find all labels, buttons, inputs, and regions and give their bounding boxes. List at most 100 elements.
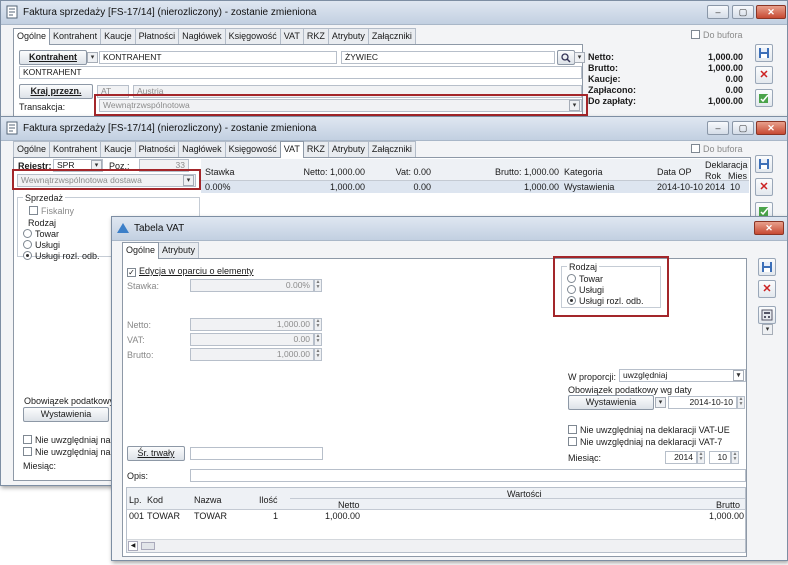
kontrahent-field[interactable]: KONTRAHENT <box>99 51 337 64</box>
stawka-spinner[interactable]: ▲ ▼ <box>314 279 322 292</box>
header-mies[interactable]: Mies <box>728 171 747 181</box>
header-brutto[interactable]: Brutto: 1,000.00 <box>461 167 559 177</box>
tab-naglowek[interactable]: Nagłówek <box>178 141 226 157</box>
cancel-button[interactable]: ✕ <box>755 66 773 84</box>
horizontal-scrollbar[interactable]: ◀ <box>127 539 745 552</box>
w-proporcji-select[interactable]: uwzględniaj <box>619 369 746 382</box>
title-bar[interactable]: Faktura sprzedaży [FS-17/14] (nierozlicz… <box>1 117 787 141</box>
kontrahent-dropdown[interactable]: ▾ <box>87 52 98 63</box>
tab-ogolne[interactable]: Ogólne <box>13 28 51 45</box>
close-button[interactable]: ✕ <box>754 221 784 235</box>
header-vat[interactable]: Vat: 0.00 <box>361 167 431 177</box>
save-button[interactable] <box>758 258 776 276</box>
brutto-spinner[interactable]: ▲ ▼ <box>314 348 322 361</box>
header-netto[interactable]: Netto <box>338 500 360 510</box>
tab-atrybuty[interactable]: Atrybuty <box>158 242 200 258</box>
search-dropdown[interactable]: ▾ <box>574 52 585 63</box>
tab-platnosci[interactable]: Płatności <box>134 28 180 44</box>
netto-spinner[interactable]: ▲ ▼ <box>314 318 322 331</box>
header-stawka[interactable]: Stawka <box>205 167 235 177</box>
w-proporcji-dropdown[interactable]: ▾ <box>733 370 744 381</box>
tab-kaucje[interactable]: Kaucje <box>100 28 136 44</box>
nie-uwzgl-checkbox-2[interactable]: Nie uwzględniaj na d <box>23 447 118 457</box>
save-button[interactable] <box>755 155 773 173</box>
tab-vat[interactable]: VAT <box>279 141 304 158</box>
search-button[interactable] <box>557 50 575 65</box>
calculator-button[interactable] <box>758 306 776 324</box>
edycja-checkbox[interactable]: ✓ Edycja w oparciu o elementy <box>127 266 254 277</box>
opis-field[interactable] <box>190 469 746 482</box>
kontrahent-button[interactable]: Kontrahent <box>19 50 87 65</box>
scroll-thumb[interactable] <box>141 542 155 550</box>
approve-button[interactable] <box>755 89 773 107</box>
data-field[interactable]: 2014-10-10 <box>668 396 737 409</box>
tab-platnosci[interactable]: Płatności <box>134 141 180 157</box>
nie-uwzgl-ue-checkbox[interactable]: Nie uwzględniaj na deklaracji VAT-UE <box>568 425 730 435</box>
wystawienia-dropdown[interactable]: ▾ <box>655 397 666 408</box>
header-nazwa[interactable]: Nazwa <box>194 495 222 505</box>
brutto-field[interactable]: 1,000.00 <box>190 348 314 361</box>
nie-uwzgl-7-checkbox[interactable]: Nie uwzględniaj na deklaracji VAT-7 <box>568 437 722 447</box>
more-dropdown[interactable]: ▾ <box>762 324 773 335</box>
sr-trwaly-field[interactable] <box>190 447 323 460</box>
tab-zalaczniki[interactable]: Załączniki <box>367 28 416 44</box>
wystawienia-button[interactable]: Wystawienia <box>23 407 109 422</box>
vat-spinner[interactable]: ▲ ▼ <box>314 333 322 346</box>
rok-field[interactable]: 2014 <box>665 451 697 464</box>
close-button[interactable]: ✕ <box>756 121 786 135</box>
tab-atrybuty[interactable]: Atrybuty <box>327 141 369 157</box>
rodzaj-option-uslugi[interactable]: Usługi <box>23 240 60 250</box>
tab-atrybuty[interactable]: Atrybuty <box>327 28 369 44</box>
header-lp[interactable]: Lp. <box>129 495 142 505</box>
tab-kontrahent[interactable]: Kontrahent <box>49 141 102 157</box>
tab-ksiegowosc[interactable]: Księgowość <box>224 28 281 44</box>
tab-vat[interactable]: VAT <box>279 28 304 44</box>
tab-rkz[interactable]: RKZ <box>302 28 329 44</box>
maximize-button[interactable]: ▢ <box>732 121 754 135</box>
netto-field[interactable]: 1,000.00 <box>190 318 314 331</box>
header-rok[interactable]: Rok <box>705 171 721 181</box>
header-kategoria[interactable]: Kategoria <box>564 167 603 177</box>
maximize-button[interactable]: ▢ <box>732 5 754 19</box>
header-deklaracja[interactable]: Deklaracja <box>705 160 748 170</box>
tab-ogolne[interactable]: Ogólne <box>122 242 160 259</box>
kraj-button[interactable]: Kraj przezn. <box>19 84 93 99</box>
tab-ogolne[interactable]: Ogólne <box>13 141 51 157</box>
cancel-button[interactable]: ✕ <box>758 280 776 298</box>
kontrahent-line2[interactable]: KONTRAHENT <box>19 66 582 79</box>
fiskalny-checkbox[interactable]: Fiskalny <box>29 206 74 216</box>
do-bufora-checkbox[interactable]: Do bufora <box>691 144 743 154</box>
scroll-left-icon[interactable]: ◀ <box>128 541 138 551</box>
do-bufora-checkbox[interactable]: Do bufora <box>691 30 743 40</box>
tab-naglowek[interactable]: Nagłówek <box>178 28 226 44</box>
rodzaj-option-towar[interactable]: Towar <box>23 229 59 239</box>
header-kod[interactable]: Kod <box>147 495 163 505</box>
rok-spinner[interactable]: ▲ ▼ <box>697 451 705 464</box>
wystawienia-button[interactable]: Wystawienia <box>568 395 654 410</box>
cancel-button[interactable]: ✕ <box>755 178 773 196</box>
title-bar[interactable]: Tabela VAT ✕ <box>112 217 787 241</box>
mies-field[interactable]: 10 <box>709 451 731 464</box>
sr-trwaly-button[interactable]: Śr. trwały <box>127 446 185 461</box>
close-button[interactable]: ✕ <box>756 5 786 19</box>
header-data-op[interactable]: Data OP <box>657 167 692 177</box>
header-ilosc[interactable]: Ilość <box>259 495 278 505</box>
save-button[interactable] <box>755 44 773 62</box>
header-brutto[interactable]: Brutto <box>716 500 740 510</box>
tab-rkz[interactable]: RKZ <box>302 141 329 157</box>
title-bar[interactable]: Faktura sprzedaży [FS-17/14] (nierozlicz… <box>1 1 787 25</box>
mies-spinner[interactable]: ▲ ▼ <box>731 451 739 464</box>
tab-zalaczniki[interactable]: Załączniki <box>367 141 416 157</box>
minimize-button[interactable]: – <box>707 5 729 19</box>
tab-kaucje[interactable]: Kaucje <box>100 141 136 157</box>
minimize-button[interactable]: – <box>707 121 729 135</box>
tab-kontrahent[interactable]: Kontrahent <box>49 28 102 44</box>
stawka-field[interactable]: 0.00% <box>190 279 314 292</box>
data-spinner[interactable]: ▲ ▼ <box>737 396 745 409</box>
tab-ksiegowosc[interactable]: Księgowość <box>224 141 281 157</box>
vat-field[interactable]: 0.00 <box>190 333 314 346</box>
nie-uwzgl-checkbox-1[interactable]: Nie uwzględniaj na d <box>23 435 118 445</box>
header-netto[interactable]: Netto: 1,000.00 <box>265 167 365 177</box>
rodzaj-option-uslugi-rozl[interactable]: Usługi rozl. odb. <box>23 251 100 261</box>
city-field[interactable]: ŻYWIEC <box>341 51 555 64</box>
